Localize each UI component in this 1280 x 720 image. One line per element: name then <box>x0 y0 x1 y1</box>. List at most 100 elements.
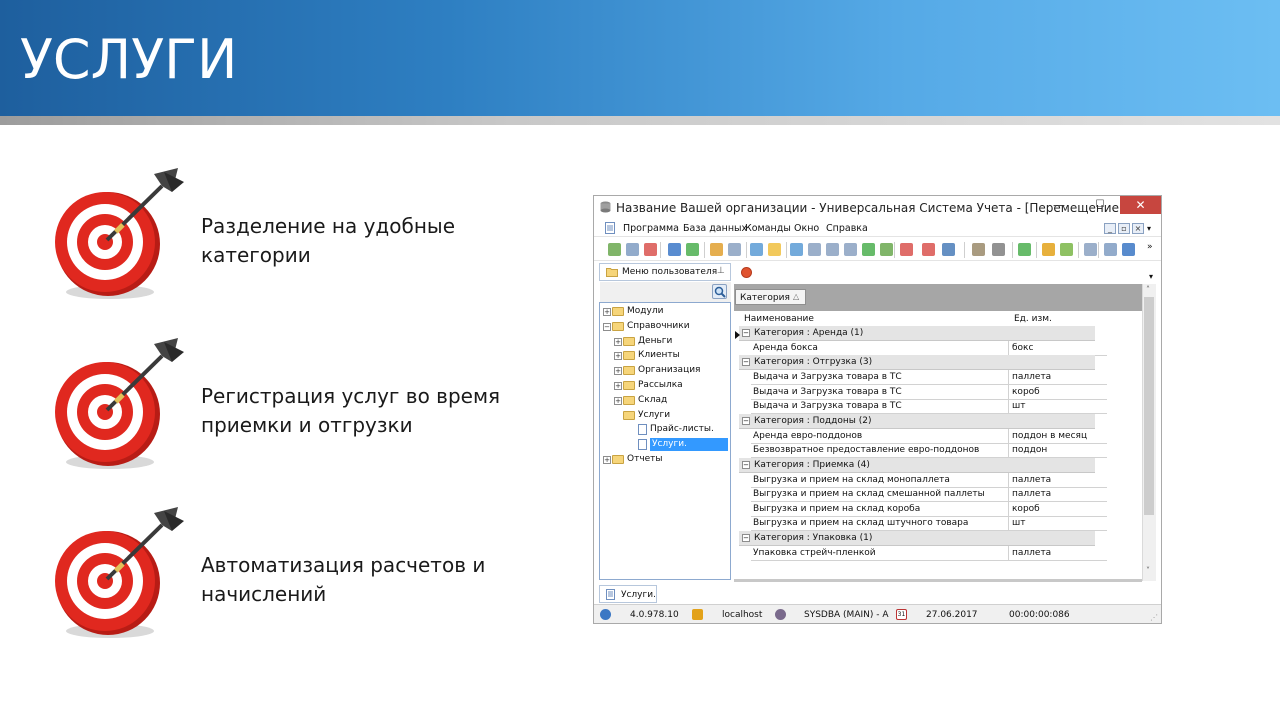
expand-icon[interactable] <box>826 243 839 256</box>
search-icon[interactable] <box>668 243 681 256</box>
table-row[interactable]: Выгрузка и прием на склад короба короб <box>751 501 1107 517</box>
tree-item[interactable]: + Склад <box>614 394 728 408</box>
toolbar-overflow-icon[interactable]: » <box>1147 242 1153 252</box>
expand-icon[interactable]: + <box>603 308 611 316</box>
tree-search-button[interactable] <box>712 284 727 299</box>
left-panel-tab[interactable]: Меню пользователя ⊥ <box>599 263 731 281</box>
menu-commands[interactable]: Команды <box>745 223 791 234</box>
table-row[interactable]: Безвозвратное предоставление евро-поддон… <box>751 443 1107 459</box>
cell-divider <box>1008 399 1009 415</box>
mdi-restore-button[interactable]: ▫ <box>1118 223 1130 234</box>
tree-item[interactable]: Прайс-листы. <box>626 423 728 437</box>
tools-icon[interactable] <box>972 243 985 256</box>
move-left-icon[interactable] <box>790 243 803 256</box>
toolbar-separator <box>704 242 705 258</box>
group-row[interactable]: − Категория : Приемка (4) <box>739 457 1095 473</box>
resize-grip-icon[interactable]: ⋰ <box>1150 613 1158 622</box>
menu-overflow-icon[interactable]: ▾ <box>1147 224 1151 233</box>
document-overflow-icon[interactable]: ▾ <box>1149 272 1153 281</box>
table-row[interactable]: Выдача и Загрузка товара в ТС шт <box>751 399 1107 415</box>
tree-item[interactable]: + Модули <box>603 305 728 319</box>
column-header-unit[interactable]: Ед. изм. <box>1014 314 1052 324</box>
table-row[interactable]: Аренда евро-поддонов поддон в месяц <box>751 428 1107 444</box>
expand-icon[interactable]: + <box>603 456 611 464</box>
expand-icon[interactable]: + <box>614 352 622 361</box>
collapse-icon[interactable]: − <box>742 358 750 367</box>
share-icon[interactable] <box>1122 243 1135 256</box>
expand-icon[interactable]: + <box>614 337 622 346</box>
calendar-icon[interactable] <box>1084 243 1097 256</box>
tree-item[interactable]: − Справочники <box>603 320 728 334</box>
expand-icon[interactable]: + <box>614 367 622 376</box>
collapse-icon[interactable] <box>808 243 821 256</box>
mdi-close-button[interactable]: × <box>1132 223 1144 234</box>
import-icon[interactable] <box>750 243 763 256</box>
up-icon[interactable] <box>844 243 857 256</box>
export-icon[interactable] <box>862 243 875 256</box>
users-icon[interactable] <box>1060 243 1073 256</box>
tree-item[interactable]: + Деньги <box>614 335 728 349</box>
tree-item[interactable]: + Отчеты <box>603 453 728 467</box>
group-chip-category[interactable]: Категория △ <box>735 289 806 305</box>
toolbar-separator <box>1036 242 1037 258</box>
menu-help[interactable]: Справка <box>826 223 868 234</box>
collapse-icon[interactable]: − <box>742 329 750 337</box>
scrollbar-thumb[interactable] <box>1144 297 1154 515</box>
table-row[interactable]: Упаковка стрейч-пленкой паллета <box>751 545 1107 561</box>
table-row[interactable]: Выгрузка и прием на склад монопаллета пал… <box>751 472 1107 488</box>
tree-item-label: Отчеты <box>627 454 663 464</box>
excel-icon[interactable] <box>1018 243 1031 256</box>
table-row[interactable]: Аренда бокса бокс <box>751 340 1107 356</box>
document-close-icon[interactable] <box>741 267 752 278</box>
group-row[interactable]: − Категория : Отгрузка (3) <box>739 355 1095 371</box>
group-row[interactable]: − Категория : Аренда (1) <box>739 326 1095 341</box>
sort-asc-icon: △ <box>793 292 800 301</box>
table-row[interactable]: Выдача и Загрузка товара в ТС паллета <box>751 369 1107 385</box>
expand-icon[interactable]: + <box>614 396 622 405</box>
menu-window[interactable]: Окно <box>794 223 819 234</box>
collapse-icon[interactable]: − <box>742 534 750 543</box>
new-icon[interactable] <box>608 243 621 256</box>
scroll-up-icon[interactable]: ˄ <box>1146 285 1150 294</box>
column-header-name[interactable]: Наименование <box>744 314 814 324</box>
tree-item[interactable]: + Клиенты <box>614 349 728 363</box>
window2-icon[interactable] <box>922 243 935 256</box>
mdi-minimize-button[interactable]: _ <box>1104 223 1116 234</box>
collapse-icon[interactable]: − <box>742 416 750 425</box>
note-icon[interactable] <box>768 243 781 256</box>
tree-item-label: Рассылка <box>638 380 683 390</box>
expand-icon[interactable]: + <box>614 382 622 390</box>
maximize-button[interactable]: ☐ <box>1080 196 1120 214</box>
minimize-button[interactable]: — <box>1039 196 1079 214</box>
tree-item[interactable]: Услуги. <box>626 438 728 452</box>
collapse-icon[interactable]: − <box>742 460 750 469</box>
settings-icon[interactable] <box>992 243 1005 256</box>
group-row[interactable]: − Категория : Поддоны (2) <box>739 413 1095 429</box>
table-row[interactable]: Выгрузка и прием на склад смешанной палл… <box>751 487 1107 503</box>
delete-icon[interactable] <box>644 243 657 256</box>
tree-item[interactable]: Услуги <box>614 409 728 423</box>
chart-icon[interactable] <box>942 243 955 256</box>
status-host: localhost <box>722 610 763 620</box>
menu-program[interactable]: Программа <box>623 223 679 234</box>
copy-icon[interactable] <box>626 243 639 256</box>
window-icon[interactable] <box>900 243 913 256</box>
bottom-tab-services[interactable]: Услуги. <box>599 585 657 603</box>
report-icon[interactable] <box>880 243 893 256</box>
filter-clear-icon[interactable] <box>728 243 741 256</box>
group-row[interactable]: − Категория : Упаковка (1) <box>739 531 1095 547</box>
table-row[interactable]: Выдача и Загрузка товара в ТС короб <box>751 384 1107 400</box>
collapse-icon[interactable]: − <box>603 322 611 331</box>
app-window: Название Вашей организации - Универсальн… <box>593 195 1162 624</box>
menu-database[interactable]: База данных <box>683 223 747 234</box>
table-row[interactable]: Выгрузка и прием на склад штучного товар… <box>751 516 1107 532</box>
close-button[interactable]: ✕ <box>1120 196 1161 214</box>
scroll-down-icon[interactable]: ˅ <box>1146 566 1150 575</box>
tree-item[interactable]: + Организация <box>614 364 728 378</box>
pin-icon[interactable]: ⊥ <box>717 266 725 276</box>
print-icon[interactable] <box>1104 243 1117 256</box>
lock-icon[interactable] <box>1042 243 1055 256</box>
tree-item[interactable]: + Рассылка <box>614 379 728 393</box>
filter-icon[interactable] <box>710 243 723 256</box>
refresh-icon[interactable] <box>686 243 699 256</box>
